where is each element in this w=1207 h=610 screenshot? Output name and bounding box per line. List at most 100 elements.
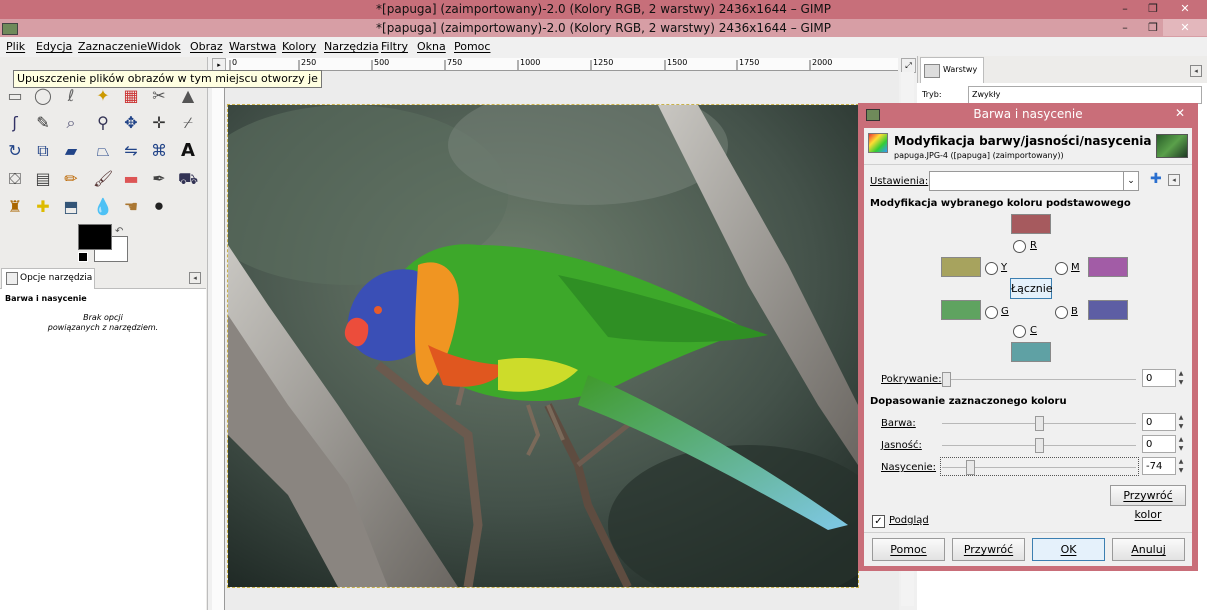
overlap-slider[interactable]	[942, 379, 1136, 380]
dialog-heading: Modyfikacja barwy/jasności/nasycenia	[894, 134, 1152, 148]
minimize-button[interactable]: –	[1112, 19, 1138, 36]
smudge-icon[interactable]: ☚	[121, 197, 141, 217]
move-icon[interactable]: ✥	[121, 113, 141, 133]
master-button[interactable]: Łącznie	[1010, 278, 1053, 299]
zoom-icon[interactable]: ⌕	[61, 113, 81, 133]
radio-red[interactable]	[1013, 240, 1026, 253]
menu-zaznaczenie[interactable]: Zaznaczenie	[78, 40, 147, 53]
preview-checkbox[interactable]: ✓	[872, 515, 885, 528]
paths-icon[interactable]: ʃ	[5, 113, 25, 133]
saturation-slider-thumb[interactable]	[966, 460, 975, 475]
blur-icon[interactable]: 💧	[93, 197, 113, 217]
cage-icon[interactable]: ⌘	[149, 141, 169, 161]
ink-icon[interactable]: ⛟	[178, 169, 198, 189]
minimize-button[interactable]: –	[1112, 0, 1138, 17]
spin-arrows-icon[interactable]: ▲ ▼	[1176, 435, 1186, 453]
crop-icon[interactable]: ⌿	[178, 113, 198, 133]
dialog-close-button[interactable]: ✕	[1164, 103, 1196, 123]
panel-menu-icon[interactable]: ◂	[189, 272, 201, 284]
text-icon[interactable]: A	[178, 141, 198, 161]
radio-magenta[interactable]	[1055, 262, 1068, 275]
rect-select-icon[interactable]: ▭	[5, 86, 25, 106]
radio-cyan[interactable]	[1013, 325, 1026, 338]
dodge-burn-icon[interactable]: ⚫	[149, 197, 169, 217]
swatch-yellow	[941, 257, 981, 277]
ok-button[interactable]: OK	[1032, 538, 1105, 561]
heal-icon[interactable]: ✚	[33, 197, 53, 217]
menu-plik[interactable]: Plik	[6, 40, 25, 53]
section-primary-label: Modyfikacja wybranego koloru podstawoweg…	[870, 198, 1131, 209]
shear-icon[interactable]: ▰	[61, 141, 81, 161]
default-colors-icon[interactable]	[78, 252, 88, 262]
menu-filtry[interactable]: Filtry	[381, 40, 408, 53]
image-canvas[interactable]	[227, 104, 859, 588]
blend-icon[interactable]: ▤	[33, 169, 53, 189]
scissors-icon[interactable]: ✂	[149, 86, 169, 106]
spin-arrows-icon[interactable]: ▲ ▼	[1176, 457, 1186, 475]
perspective-clone-icon[interactable]: ⬒	[61, 197, 81, 217]
eraser-icon[interactable]: ▬	[121, 169, 141, 189]
perspective-icon[interactable]: ⏢	[93, 141, 113, 161]
close-button[interactable]: ✕	[1163, 19, 1207, 36]
foreground-select-icon[interactable]: ▲	[178, 86, 198, 106]
reset-color-button[interactable]: Przywróć kolor	[1110, 485, 1186, 521]
ruler-label: 500	[374, 58, 390, 67]
measure-icon[interactable]: ⚲	[93, 113, 113, 133]
airbrush-icon[interactable]: ✒	[149, 169, 169, 189]
menu-okna[interactable]: Okna	[417, 40, 446, 53]
cancel-button[interactable]: Anuluj	[1112, 538, 1185, 561]
menu-pomoc[interactable]: Pomoc	[454, 40, 490, 53]
paintbrush-icon[interactable]: 🖌	[93, 169, 113, 189]
hue-spin[interactable]: 0	[1142, 413, 1176, 431]
lightness-label: Jasność:	[881, 440, 922, 451]
radio-red-label: R	[1030, 240, 1037, 251]
overlap-spin[interactable]: 0	[1142, 369, 1176, 387]
free-select-icon[interactable]: ℓ	[61, 86, 81, 106]
bucket-fill-icon[interactable]: ⛋	[5, 169, 25, 189]
menu-edycja[interactable]: Edycja	[36, 40, 72, 53]
align-icon[interactable]: ✛	[149, 113, 169, 133]
rotate-icon[interactable]: ↻	[5, 141, 25, 161]
ellipse-select-icon[interactable]: ◯	[33, 86, 53, 106]
menu-obraz[interactable]: Obraz	[190, 40, 223, 53]
flip-icon[interactable]: ⇋	[121, 141, 141, 161]
menu-widok[interactable]: Widok	[147, 40, 181, 53]
hue-slider-thumb[interactable]	[1035, 416, 1044, 431]
color-picker-icon[interactable]: ✎	[33, 113, 53, 133]
color-select-icon[interactable]: ▦	[121, 86, 141, 106]
spin-arrows-icon[interactable]: ▲ ▼	[1176, 413, 1186, 431]
help-button[interactable]: Pomoc	[872, 538, 945, 561]
tab-layers[interactable]: Warstwy	[920, 57, 984, 83]
close-button[interactable]: ✕	[1163, 0, 1207, 17]
menu-warstwa[interactable]: Warstwa	[229, 40, 276, 53]
menu-narzedzia[interactable]: Narzędzia	[324, 40, 379, 53]
saturation-spin[interactable]: -74	[1142, 457, 1176, 475]
swap-colors-icon[interactable]: ↶	[115, 226, 123, 237]
spin-arrows-icon[interactable]: ▲ ▼	[1176, 369, 1186, 387]
hue-label: Barwa:	[881, 418, 916, 429]
scale-icon[interactable]: ⧉	[33, 141, 53, 161]
settings-combo[interactable]: ⌄	[929, 171, 1139, 191]
zoom-corner-icon[interactable]: ⤢	[901, 58, 916, 73]
ruler-label: 250	[301, 58, 317, 67]
lightness-slider-thumb[interactable]	[1035, 438, 1044, 453]
foreground-color-swatch[interactable]	[78, 224, 112, 250]
tab-layers-label: Warstwy	[943, 65, 978, 74]
radio-yellow[interactable]	[985, 262, 998, 275]
pencil-icon[interactable]: ✏	[61, 169, 81, 189]
menu-kolory[interactable]: Kolory	[282, 40, 316, 53]
radio-blue[interactable]	[1055, 306, 1068, 319]
tab-tool-options[interactable]: Opcje narzędzia	[1, 268, 95, 289]
layer-mode-select[interactable]: Zwykły	[968, 86, 1202, 104]
panel-menu-icon[interactable]: ◂	[1190, 65, 1202, 77]
preset-menu-icon[interactable]: ◂	[1168, 174, 1180, 186]
add-preset-icon[interactable]: ✚	[1150, 171, 1162, 187]
clone-icon[interactable]: ♜	[5, 197, 25, 217]
reset-button[interactable]: Przywróć	[952, 538, 1025, 561]
radio-green[interactable]	[985, 306, 998, 319]
chevron-down-icon[interactable]: ⌄	[1123, 172, 1138, 190]
hue-saturation-icon	[868, 133, 888, 153]
lightness-spin[interactable]: 0	[1142, 435, 1176, 453]
overlap-slider-thumb[interactable]	[942, 372, 951, 387]
fuzzy-select-icon[interactable]: ✦	[93, 86, 113, 106]
